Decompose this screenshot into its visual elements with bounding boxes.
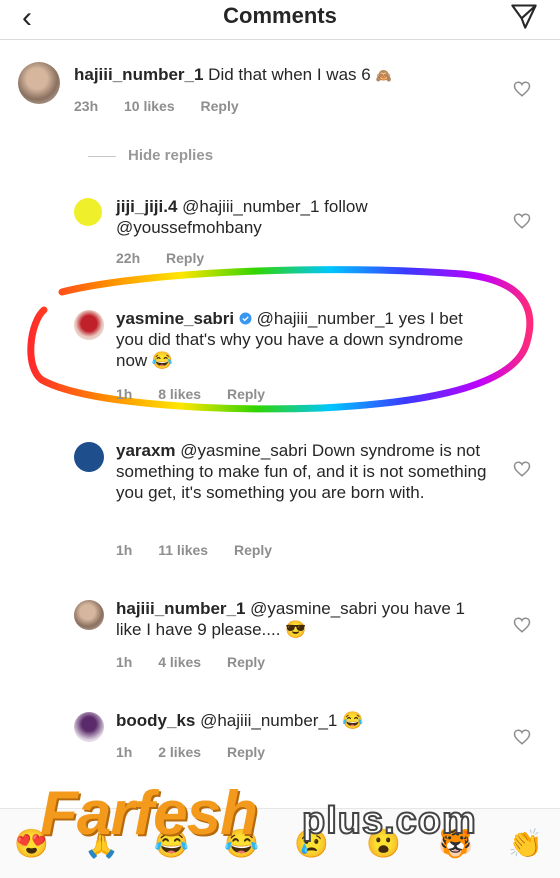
comment-item: hajiii_number_1 Did that when I was 6 🙈 … xyxy=(0,58,560,138)
avatar[interactable] xyxy=(74,600,104,630)
comment-likes[interactable]: 10 likes xyxy=(124,98,175,114)
comment-likes[interactable]: 11 likes xyxy=(158,542,208,558)
avatar[interactable] xyxy=(74,442,104,472)
comment-item: yaraxm @yasmine_sabri Down syndrome is n… xyxy=(0,438,560,568)
heart-icon[interactable] xyxy=(513,460,531,478)
comment-username[interactable]: yasmine_sabri xyxy=(116,309,234,328)
comment-time: 23h xyxy=(74,98,99,114)
comment-meta: 1h 8 likes Reply xyxy=(116,386,287,402)
heart-icon[interactable] xyxy=(513,212,531,230)
comment-time: 1h xyxy=(116,386,133,402)
watermark-suffix: plus.com xyxy=(301,799,477,843)
comment-mention[interactable]: @hajiii_number_1 xyxy=(200,711,337,730)
hide-replies-button[interactable]: Hide replies xyxy=(88,147,213,164)
watermark: Farfesh plus.com xyxy=(40,778,520,868)
heart-icon[interactable] xyxy=(513,728,531,746)
reply-button[interactable]: Reply xyxy=(227,654,265,670)
comment-item: yasmine_sabri @hajiii_number_1 yes I bet… xyxy=(0,306,560,406)
comment-likes[interactable]: 8 likes xyxy=(158,386,201,402)
header-bar: ‹ Comments xyxy=(0,0,560,40)
comment-emoji: 😎 xyxy=(285,620,307,639)
avatar[interactable] xyxy=(18,62,60,104)
comment-time: 1h xyxy=(116,542,133,558)
comment-time: 1h xyxy=(116,744,133,760)
comment-mention[interactable]: @yasmine_sabri xyxy=(250,599,377,618)
send-icon[interactable] xyxy=(510,2,538,30)
comment-meta: 1h 11 likes Reply xyxy=(116,542,294,558)
reply-button[interactable]: Reply xyxy=(227,386,265,402)
comment-time: 1h xyxy=(116,654,133,670)
comment-meta: 1h 2 likes Reply xyxy=(116,744,287,760)
avatar[interactable] xyxy=(74,310,104,340)
watermark-brand: Farfesh xyxy=(40,779,258,848)
comment-likes[interactable]: 4 likes xyxy=(158,654,201,670)
verified-badge-icon xyxy=(239,312,252,325)
comment-emoji: 🙈 xyxy=(375,68,392,83)
comment-username[interactable]: boody_ks xyxy=(116,711,195,730)
comment-meta: 1h 4 likes Reply xyxy=(116,654,287,670)
comment-username[interactable]: jiji_jiji.4 xyxy=(116,197,177,216)
comment-mention[interactable]: @hajiii_number_1 xyxy=(182,197,319,216)
comment-item: jiji_jiji.4 @hajiii_number_1 follow @you… xyxy=(0,192,560,272)
comment-emoji: 😂 xyxy=(151,351,174,370)
avatar[interactable] xyxy=(74,198,102,226)
heart-icon[interactable] xyxy=(513,80,531,98)
comment-mention[interactable]: @hajiii_number_1 xyxy=(257,309,394,328)
reply-button[interactable]: Reply xyxy=(234,542,272,558)
comment-mention[interactable]: @yasmine_sabri xyxy=(180,441,307,460)
comment-likes[interactable]: 2 likes xyxy=(158,744,201,760)
comment-emoji: 😂 xyxy=(342,711,364,730)
comment-item: boody_ks @hajiii_number_1 😂 1h 2 likes R… xyxy=(0,708,560,778)
reply-button[interactable]: Reply xyxy=(201,98,239,114)
comment-meta: 23h 10 likes Reply xyxy=(74,98,261,114)
comment-item: hajiii_number_1 @yasmine_sabri you have … xyxy=(0,596,560,676)
reply-button[interactable]: Reply xyxy=(227,744,265,760)
heart-icon[interactable] xyxy=(513,616,531,634)
comment-username[interactable]: yaraxm xyxy=(116,441,176,460)
page-title: Comments xyxy=(223,3,337,28)
comment-username[interactable]: hajiii_number_1 xyxy=(74,65,203,84)
avatar[interactable] xyxy=(74,712,104,742)
comment-username[interactable]: hajiii_number_1 xyxy=(116,599,245,618)
comment-text: Did that when I was 6 xyxy=(208,65,371,84)
